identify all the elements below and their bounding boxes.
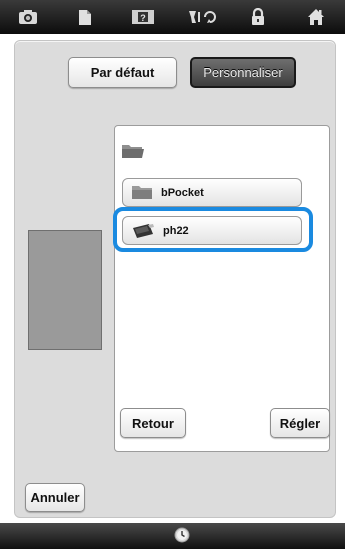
folder-icon: [131, 185, 153, 200]
customize-button[interactable]: Personnaliser: [190, 57, 296, 88]
bottom-status-bar: [0, 523, 345, 549]
help-icon: ?: [131, 8, 155, 26]
default-button[interactable]: Par défaut: [68, 57, 177, 88]
camera-icon: [18, 9, 38, 25]
lock-button[interactable]: [230, 0, 286, 34]
folder-open-icon[interactable]: [121, 143, 145, 165]
folder-item-label: bPocket: [161, 186, 204, 199]
camera-button[interactable]: [0, 0, 56, 34]
set-button[interactable]: Régler: [270, 408, 330, 438]
thread-button[interactable]: [172, 0, 229, 34]
clock-icon: [174, 527, 190, 548]
home-icon: [307, 8, 325, 26]
home-button[interactable]: [287, 0, 345, 34]
folder-item-bpocket[interactable]: bPocket: [122, 178, 302, 207]
file-browser: [114, 125, 330, 452]
document-button[interactable]: [57, 0, 113, 34]
help-button[interactable]: ?: [114, 0, 171, 34]
top-toolbar: ?: [0, 0, 345, 34]
cancel-button[interactable]: Annuler: [25, 483, 85, 512]
lock-icon: [250, 8, 266, 26]
selection-highlight: [113, 207, 313, 252]
back-button[interactable]: Retour: [120, 408, 186, 438]
svg-text:?: ?: [140, 13, 146, 23]
document-icon: [78, 9, 92, 26]
pattern-preview: [28, 230, 102, 350]
thread-rotate-icon: [186, 8, 216, 26]
